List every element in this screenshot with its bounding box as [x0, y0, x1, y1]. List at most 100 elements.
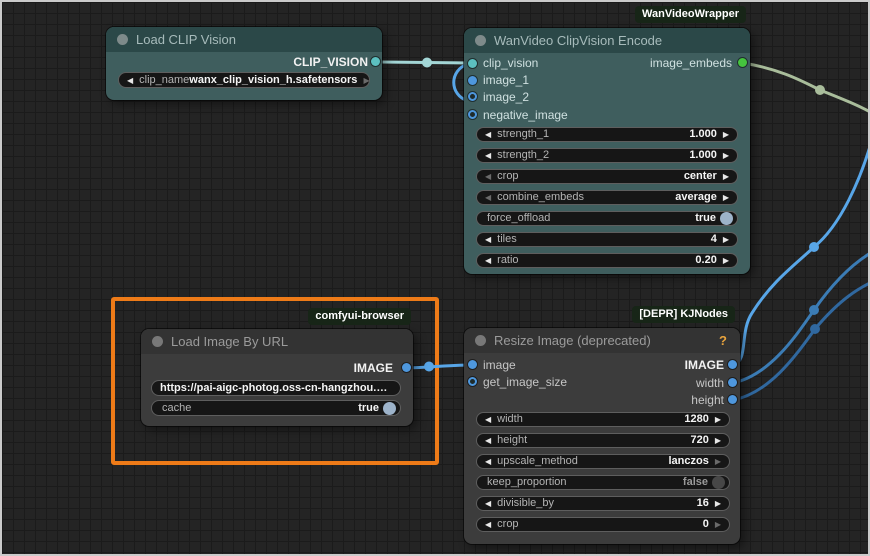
widget-value: wanx_clip_vision_h.safetensors	[189, 73, 363, 88]
decrement-arrow-icon[interactable]: ◀	[485, 148, 491, 163]
widget-value: 16	[697, 496, 715, 511]
decrement-arrow-icon[interactable]: ◀	[485, 169, 491, 184]
collapse-dot-icon[interactable]	[475, 35, 486, 46]
output-port-image-embeds[interactable]	[738, 58, 747, 67]
wire-dot-resize-height[interactable]	[810, 324, 820, 334]
widget-label: tiles	[497, 232, 517, 247]
output-port-image[interactable]	[728, 360, 737, 369]
decrement-arrow-icon[interactable]: ◀	[485, 517, 491, 532]
widget-label: divisible_by	[497, 496, 554, 511]
widget-combine-embeds[interactable]: ◀ combine_embeds average ▶	[476, 190, 738, 205]
decrement-arrow-icon[interactable]: ◀	[485, 454, 491, 469]
node-load-clip-vision[interactable]: Load CLIP Vision CLIP_VISION ◀ clip_name…	[106, 27, 382, 100]
decrement-arrow-icon[interactable]: ◀	[127, 73, 133, 88]
node-title: Resize Image (deprecated)	[494, 328, 651, 353]
widget-label: keep_proportion	[487, 475, 567, 490]
node-load-image-by-url[interactable]: Load Image By URL IMAGE https://pai-aigc…	[141, 329, 413, 426]
wire-dot-resize-image[interactable]	[809, 242, 819, 252]
node-resize-image-deprecated[interactable]: Resize Image (deprecated) ? image get_im…	[464, 328, 740, 544]
widget-clip-name[interactable]: ◀ clip_name wanx_clip_vision_h.safetenso…	[118, 72, 370, 88]
increment-arrow-icon[interactable]: ▶	[715, 496, 721, 511]
node-header[interactable]: WanVideo ClipVision Encode	[464, 28, 750, 53]
increment-arrow-icon[interactable]: ▶	[715, 412, 721, 427]
output-port-width[interactable]	[728, 378, 737, 387]
input-port-image-1[interactable]	[468, 76, 477, 85]
wire-resize-image-out	[733, 136, 870, 365]
input-label-image-2: image_2	[483, 89, 529, 105]
collapse-dot-icon[interactable]	[117, 34, 128, 45]
increment-arrow-icon[interactable]: ▶	[723, 232, 729, 247]
node-header[interactable]: Resize Image (deprecated)	[464, 328, 740, 353]
input-port-image-2[interactable]	[468, 92, 477, 101]
increment-arrow-icon[interactable]: ▶	[723, 169, 729, 184]
toggle-icon[interactable]	[712, 476, 725, 489]
toggle-icon[interactable]	[383, 402, 396, 415]
output-label-image: IMAGE	[354, 360, 393, 376]
widget-label: strength_2	[497, 148, 549, 163]
decrement-arrow-icon[interactable]: ◀	[485, 253, 491, 268]
input-port-negative-image[interactable]	[468, 110, 477, 119]
decrement-arrow-icon[interactable]: ◀	[485, 232, 491, 247]
widget-value: https://pai-aigc-photog.oss-cn-hangzhou.…	[160, 381, 392, 396]
widget-width[interactable]: ◀ width 1280 ▶	[476, 412, 730, 427]
node-graph-canvas[interactable]: WanVideoWrapper comfyui-browser [DEPR] K…	[0, 0, 870, 556]
widget-keep-proportion[interactable]: keep_proportion false	[476, 475, 730, 490]
node-badge-comfyui-browser: comfyui-browser	[308, 308, 411, 325]
widget-strength-1[interactable]: ◀ strength_1 1.000 ▶	[476, 127, 738, 142]
widget-cache[interactable]: cache true	[151, 400, 401, 416]
wire-dot-clip-vision[interactable]	[422, 58, 432, 68]
node-header[interactable]: Load CLIP Vision	[106, 27, 382, 52]
input-port-clip-vision[interactable]	[468, 59, 477, 68]
collapse-dot-icon[interactable]	[152, 336, 163, 347]
increment-arrow-icon[interactable]: ▶	[363, 73, 369, 88]
decrement-arrow-icon[interactable]: ◀	[485, 190, 491, 205]
collapse-dot-icon[interactable]	[475, 335, 486, 346]
widget-strength-2[interactable]: ◀ strength_2 1.000 ▶	[476, 148, 738, 163]
widget-crop[interactable]: ◀ crop center ▶	[476, 169, 738, 184]
increment-arrow-icon[interactable]: ▶	[723, 148, 729, 163]
input-port-get-image-size[interactable]	[468, 377, 477, 386]
decrement-arrow-icon[interactable]: ◀	[485, 496, 491, 511]
output-port-height[interactable]	[728, 395, 737, 404]
input-label-image-1: image_1	[483, 72, 529, 88]
widget-ratio[interactable]: ◀ ratio 0.20 ▶	[476, 253, 738, 268]
widget-crop[interactable]: ◀ crop 0 ▶	[476, 517, 730, 532]
output-label-image-embeds: image_embeds	[650, 55, 732, 71]
output-label-image: IMAGE	[685, 357, 724, 373]
output-label-width: width	[696, 375, 724, 391]
decrement-arrow-icon[interactable]: ◀	[485, 127, 491, 142]
node-header[interactable]: Load Image By URL	[141, 329, 413, 354]
output-label-clip-vision: CLIP_VISION	[293, 54, 368, 70]
widget-label: height	[497, 433, 527, 448]
input-port-image[interactable]	[468, 360, 477, 369]
widget-label: clip_name	[139, 73, 189, 88]
decrement-arrow-icon[interactable]: ◀	[485, 433, 491, 448]
output-port-image[interactable]	[402, 363, 411, 372]
node-wanvideo-clipvision-encode[interactable]: WanVideo ClipVision Encode clip_vision i…	[464, 28, 750, 274]
increment-arrow-icon[interactable]: ▶	[715, 454, 721, 469]
widget-force-offload[interactable]: force_offload true	[476, 211, 738, 226]
input-label-negative-image: negative_image	[483, 107, 568, 123]
widget-upscale-method[interactable]: ◀ upscale_method lanczos ▶	[476, 454, 730, 469]
widget-height[interactable]: ◀ height 720 ▶	[476, 433, 730, 448]
wire-dot-resize-width[interactable]	[809, 305, 819, 315]
increment-arrow-icon[interactable]: ▶	[715, 517, 721, 532]
widget-value: center	[684, 169, 723, 184]
widget-tiles[interactable]: ◀ tiles 4 ▶	[476, 232, 738, 247]
node-title: Load CLIP Vision	[136, 27, 236, 52]
increment-arrow-icon[interactable]: ▶	[723, 190, 729, 205]
decrement-arrow-icon[interactable]: ◀	[485, 412, 491, 427]
widget-url[interactable]: https://pai-aigc-photog.oss-cn-hangzhou.…	[151, 380, 401, 396]
increment-arrow-icon[interactable]: ▶	[723, 127, 729, 142]
output-port-clip-vision[interactable]	[371, 57, 380, 66]
widget-label: crop	[497, 169, 518, 184]
wire-dot-image-embeds[interactable]	[815, 85, 825, 95]
increment-arrow-icon[interactable]: ▶	[723, 253, 729, 268]
widget-value: 0	[703, 517, 715, 532]
toggle-icon[interactable]	[720, 212, 733, 225]
increment-arrow-icon[interactable]: ▶	[715, 433, 721, 448]
widget-value: 1.000	[689, 148, 723, 163]
node-badge-wanvideowrapper: WanVideoWrapper	[635, 6, 746, 23]
help-icon[interactable]: ?	[719, 328, 727, 353]
widget-divisible-by[interactable]: ◀ divisible_by 16 ▶	[476, 496, 730, 511]
